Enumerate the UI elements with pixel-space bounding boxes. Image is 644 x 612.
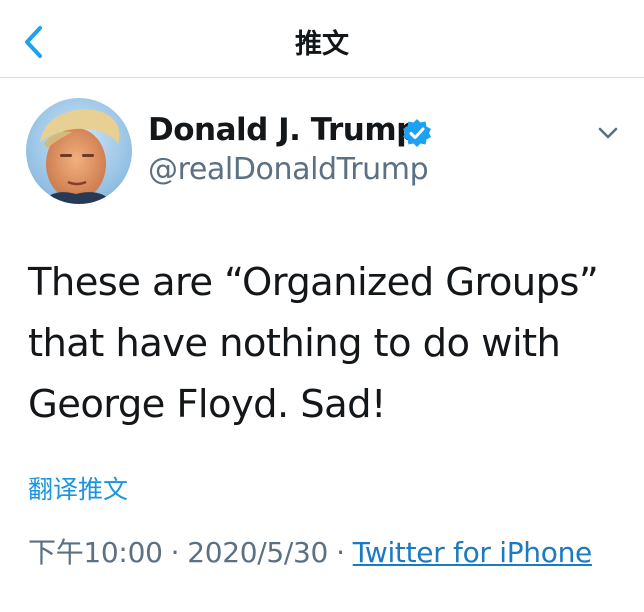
tweet-source-link[interactable]: Twitter for iPhone: [353, 536, 593, 569]
user-handle[interactable]: @realDonaldTrump: [148, 152, 429, 187]
top-navigation-bar: 推文: [0, 0, 644, 78]
translate-tweet-link[interactable]: 翻译推文: [28, 470, 128, 506]
tweet-text: These are “Organized Groups” that have n…: [28, 260, 599, 427]
page-title: 推文: [295, 29, 349, 60]
separator: ·: [170, 536, 180, 569]
verified-badge-icon: [403, 119, 431, 147]
tweet-date: 2020/5/30: [187, 536, 329, 569]
chevron-down-icon: [598, 127, 618, 139]
separator: ·: [336, 536, 345, 569]
more-options-button[interactable]: [594, 120, 622, 146]
display-name[interactable]: Donald J. Trump: [148, 112, 418, 148]
avatar[interactable]: [26, 98, 132, 204]
tweet-metadata: 下午10:00 · 2020/5/30 · Twitter for iPhone: [28, 530, 628, 575]
tweet-time: 下午10:00: [28, 536, 163, 569]
